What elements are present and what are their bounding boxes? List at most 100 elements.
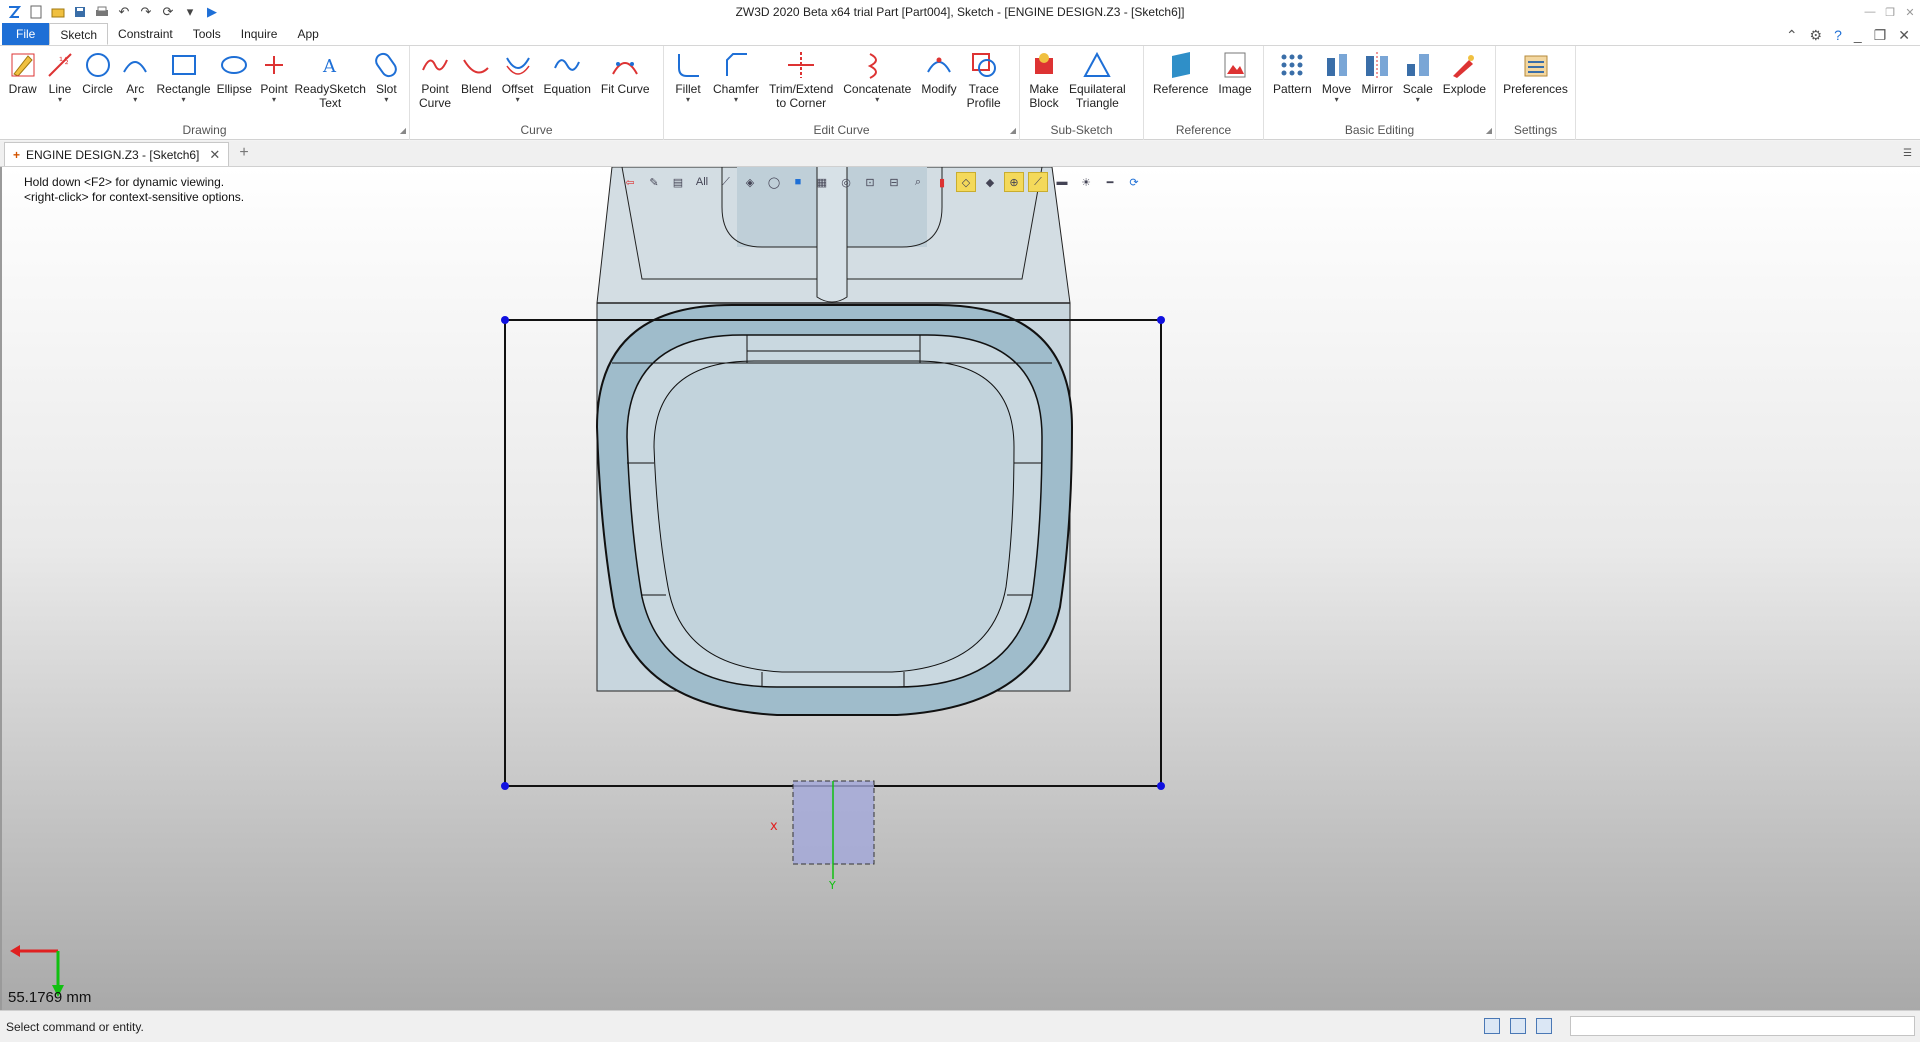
- slot-label: Slot: [376, 82, 397, 96]
- app-logo-icon[interactable]: [6, 4, 22, 20]
- group-curve-label: Curve: [520, 123, 553, 137]
- equation-icon: [554, 59, 581, 71]
- chamfer-icon: [726, 53, 747, 76]
- document-tab-label: ENGINE DESIGN.Z3 - [Sketch6]: [26, 147, 200, 162]
- graphics-viewport[interactable]: Y x Hold down <F2> for dynamic viewing. …: [0, 167, 1920, 1010]
- save-icon[interactable]: [72, 4, 88, 20]
- preferences-icon: [1524, 55, 1547, 77]
- layer-icon[interactable]: ▬: [1052, 172, 1072, 192]
- blend-icon: [463, 59, 490, 74]
- group-sub-sketch: Make Block Equilateral Triangle Sub-Sket…: [1020, 46, 1144, 140]
- display-constraints-icon[interactable]: ◆: [980, 172, 1000, 192]
- open-file-icon[interactable]: [50, 4, 66, 20]
- minimize-icon[interactable]: —: [1860, 0, 1880, 24]
- tab-file[interactable]: File: [2, 23, 50, 45]
- origin-marker: x: [770, 819, 778, 834]
- view-orient-icon[interactable]: ◯: [764, 172, 784, 192]
- sketch-canvas[interactable]: Y x: [2, 167, 1920, 1010]
- trace-profile-label: Trace Profile: [966, 82, 1001, 110]
- document-tab-bar: + ENGINE DESIGN.Z3 - [Sketch6] ✕ + ☰: [0, 141, 1920, 167]
- group-edit-curve-label: Edit Curve: [813, 123, 870, 137]
- window-title: ZW3D 2020 Beta x64 trial Part [Part004],…: [735, 5, 1185, 19]
- make-block-icon: [1035, 53, 1053, 74]
- line-icon: ½: [48, 53, 72, 77]
- rectangle-label: Rectangle: [156, 82, 211, 96]
- shading-icon[interactable]: ■: [788, 172, 808, 192]
- render-icon[interactable]: ◎: [836, 172, 856, 192]
- target-toggle-icon[interactable]: ⊕: [1004, 172, 1024, 192]
- layout-icon[interactable]: [1484, 1018, 1500, 1034]
- dimension-toggle-icon[interactable]: ⟋: [1028, 172, 1048, 192]
- line-label: Line: [48, 82, 72, 96]
- rectangle-icon: [171, 55, 196, 75]
- svg-text:½: ½: [59, 55, 69, 67]
- tab-tools[interactable]: Tools: [183, 23, 231, 45]
- tab-inquire[interactable]: Inquire: [231, 23, 288, 45]
- tab-constraint[interactable]: Constraint: [108, 23, 183, 45]
- light-icon[interactable]: ☀: [1076, 172, 1096, 192]
- point-icon: [265, 56, 284, 74]
- settings-ring-icon[interactable]: ⟳: [1124, 172, 1144, 192]
- explode-label: Explode: [1442, 82, 1487, 96]
- settings-gear-icon[interactable]: ⚙: [1810, 27, 1823, 44]
- command-input[interactable]: [1570, 1016, 1915, 1036]
- group-sub-sketch-label: Sub-Sketch: [1050, 123, 1113, 137]
- fit-curve-icon: [612, 62, 639, 75]
- fillet-icon: [678, 54, 699, 77]
- filter-dropdown[interactable]: All: [692, 172, 712, 192]
- close-doc-icon[interactable]: ✕: [1898, 27, 1910, 44]
- exit-sketch-icon[interactable]: ⇦: [620, 172, 640, 192]
- restore-icon[interactable]: ❐: [1880, 0, 1900, 24]
- chamfer-label: Chamfer: [713, 82, 760, 96]
- scale-label: Scale: [1402, 82, 1433, 96]
- modify-label: Modify: [921, 82, 957, 96]
- undo-icon[interactable]: ↶: [116, 4, 132, 20]
- tab-list-icon[interactable]: ☰: [1903, 148, 1912, 159]
- redo-icon[interactable]: ↷: [138, 4, 154, 20]
- new-file-icon[interactable]: [28, 4, 44, 20]
- edit-curve-launcher-icon[interactable]: ◢: [1010, 126, 1016, 135]
- tab-app[interactable]: App: [287, 23, 328, 45]
- handle-top-right: [1157, 316, 1165, 324]
- customize-quick-access-icon[interactable]: ▾: [182, 4, 198, 20]
- close-tab-icon[interactable]: ✕: [209, 147, 220, 163]
- make-block-label: Make Block: [1029, 82, 1059, 110]
- inner-profile: [653, 360, 1015, 673]
- preferences-label: Preferences: [1503, 82, 1568, 96]
- collapse-ribbon-icon[interactable]: ⌃: [1786, 27, 1798, 44]
- document-tab[interactable]: + ENGINE DESIGN.Z3 - [Sketch6] ✕: [4, 142, 230, 166]
- zoom-fit-icon[interactable]: ⊡: [860, 172, 880, 192]
- handle-bottom-right: [1157, 782, 1165, 790]
- zoom-icon[interactable]: ⌕: [908, 172, 928, 192]
- group-basic-editing: Pattern Move ▾ Mirror Scale ▾ Explode Basi…: [1264, 46, 1496, 140]
- hint-line-1: Hold down <F2> for dynamic viewing.: [24, 175, 225, 189]
- run-icon[interactable]: ▶: [204, 4, 220, 20]
- grid-icon[interactable]: ▦: [812, 172, 832, 192]
- pick-filter-icon[interactable]: ✎: [644, 172, 664, 192]
- restore-doc-icon[interactable]: ❐: [1874, 27, 1887, 44]
- help-icon[interactable]: ?: [1834, 27, 1842, 44]
- scale-icon: [1406, 54, 1429, 76]
- mirror-icon: [1366, 52, 1389, 78]
- color-icon[interactable]: ▮: [932, 172, 952, 192]
- section-icon[interactable]: ⊟: [884, 172, 904, 192]
- monitor-icon[interactable]: [1510, 1018, 1526, 1034]
- tab-sketch[interactable]: Sketch: [49, 23, 109, 45]
- pick-icon[interactable]: ⟋: [716, 172, 736, 192]
- trim-extend-label: Trim/Extend to Corner: [769, 82, 834, 110]
- view-cube-icon[interactable]: ◈: [740, 172, 760, 192]
- minimize-doc-icon[interactable]: _: [1854, 27, 1862, 44]
- point-curve-icon: [422, 59, 448, 71]
- filter-list-icon[interactable]: ▤: [668, 172, 688, 192]
- drawing-launcher-icon[interactable]: ◢: [400, 126, 406, 135]
- modify-icon: [927, 57, 951, 73]
- ribbon-tabs: File Sketch Constraint Tools Inquire App: [0, 23, 1920, 46]
- rebuild-icon[interactable]: ⟳: [160, 4, 176, 20]
- close-window-icon[interactable]: ✕: [1900, 0, 1920, 24]
- snap-toggle-icon[interactable]: ◇: [956, 172, 976, 192]
- list-view-icon[interactable]: [1536, 1018, 1552, 1034]
- print-icon[interactable]: [94, 4, 110, 20]
- new-tab-icon[interactable]: +: [239, 144, 248, 162]
- basic-editing-launcher-icon[interactable]: ◢: [1486, 126, 1492, 135]
- line-weight-icon[interactable]: ━: [1100, 172, 1120, 192]
